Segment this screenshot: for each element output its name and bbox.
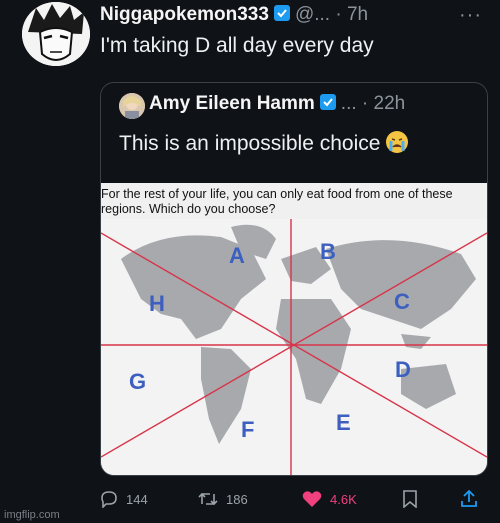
reply-button[interactable]: 144 [100, 490, 148, 508]
reply-count: 144 [126, 491, 148, 507]
tweet-time[interactable]: · 7h [335, 4, 368, 25]
retweet-icon [198, 490, 218, 508]
tweet[interactable]: Niggapokemon333 @... · 7h ··· I'm taking … [0, 0, 500, 523]
bookmark-icon [402, 490, 418, 508]
like-count: 4.6K [330, 491, 357, 507]
share-icon [460, 490, 478, 508]
image-caption: For the rest of your life, you can only … [101, 187, 453, 216]
author-handle[interactable]: @... [295, 4, 330, 25]
region-label-e: E [336, 410, 351, 435]
share-button[interactable] [460, 490, 478, 508]
retweet-button[interactable]: 186 [198, 490, 248, 508]
tweet-text: I'm taking D all day every day [100, 34, 374, 57]
reply-icon [100, 490, 118, 508]
retweet-count: 186 [226, 491, 248, 507]
quoted-author-avatar [119, 93, 145, 119]
region-label-c: C [394, 289, 410, 314]
world-map: A B C D E F G H [101, 219, 487, 475]
region-label-a: A [229, 243, 245, 268]
quoted-tweet[interactable]: Amy Eileen Hamm... · 22h This is an impo… [100, 82, 488, 476]
verified-icon [319, 93, 337, 111]
tweet-header: Niggapokemon333 @... · 7h [100, 4, 368, 26]
crying-face-icon [386, 131, 409, 153]
verified-icon [273, 4, 291, 22]
bookmark-button[interactable] [402, 490, 418, 508]
quoted-author-name: Amy Eileen Hamm [149, 93, 315, 114]
region-label-b: B [320, 239, 336, 264]
region-label-g: G [129, 369, 146, 394]
quoted-author-handle: ... [340, 93, 357, 114]
more-options-button[interactable]: ··· [459, 4, 482, 27]
action-bar: 144 186 4.6K [0, 486, 500, 514]
region-label-d: D [395, 357, 411, 382]
like-button[interactable]: 4.6K [302, 490, 357, 508]
quoted-time: · 22h [361, 93, 406, 114]
quoted-text: This is an impossible choice [119, 131, 409, 156]
watermark: imgflip.com [4, 509, 60, 521]
author-avatar[interactable] [22, 2, 90, 66]
quoted-image[interactable]: For the rest of your life, you can only … [101, 183, 487, 475]
author-name[interactable]: Niggapokemon333 [100, 4, 269, 25]
quoted-header: Amy Eileen Hamm... · 22h [149, 93, 405, 115]
quoted-text-content: This is an impossible choice [119, 132, 381, 155]
region-label-h: H [149, 291, 165, 316]
heart-icon [302, 490, 322, 508]
region-label-f: F [241, 417, 254, 442]
